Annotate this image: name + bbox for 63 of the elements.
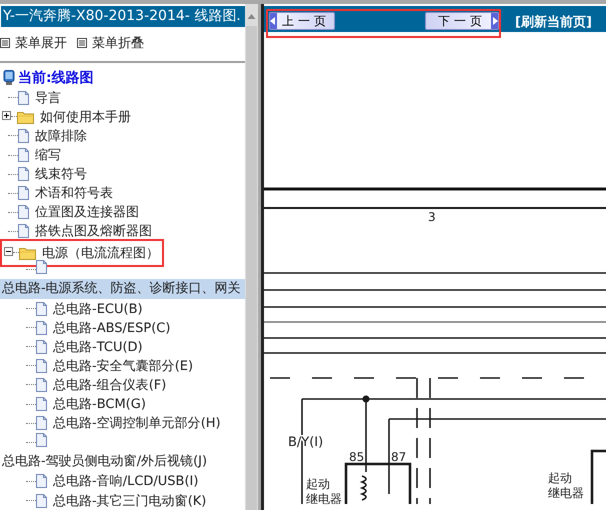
junction-dot xyxy=(362,396,370,402)
document-icon xyxy=(36,433,47,448)
relay-box xyxy=(344,462,412,504)
document-icon xyxy=(18,90,29,105)
relay-label: 起动 xyxy=(306,477,330,491)
list-icon xyxy=(77,38,87,48)
tree-item[interactable]: 线束符号 xyxy=(0,164,245,184)
pin-number: 85 xyxy=(349,450,364,464)
document-icon xyxy=(18,205,29,220)
document-icon xyxy=(36,358,47,373)
refresh-page-link[interactable]: [刷新当前页] xyxy=(515,13,592,31)
menu-link[interactable]: 菜单折叠 xyxy=(77,33,144,52)
tree-item[interactable]: 总电路-ECU(B) xyxy=(0,298,245,318)
document-icon xyxy=(36,260,47,274)
folder-icon xyxy=(17,110,34,124)
tree-item[interactable]: 总电路-电源系统、防盗、诊断接口、网关 xyxy=(0,278,245,299)
menu-link[interactable]: 菜单展开 xyxy=(0,33,67,52)
previous-page-button[interactable]: 上一页 xyxy=(269,12,335,30)
document-icon xyxy=(18,148,29,162)
tree-item[interactable]: 搭铁点图及熔断器图 xyxy=(0,222,245,241)
document-icon xyxy=(36,397,47,412)
tree-item[interactable]: 如何使用本手册 xyxy=(0,107,245,126)
tree-item[interactable]: 总电路-组合仪表(F) xyxy=(0,375,245,395)
tree-item[interactable]: 故障排除 xyxy=(0,126,245,146)
tree-item[interactable]: 位置图及连接器图 xyxy=(0,202,245,222)
pin-number: 87 xyxy=(391,450,406,464)
folder-icon xyxy=(19,246,36,260)
right-arrow-icon xyxy=(492,17,498,25)
tree-item[interactable]: 总电路-ABS/ESP(C) xyxy=(0,318,245,338)
tree-item[interactable]: 总电路-驾驶员侧电动窗/外后视镜(J) xyxy=(0,452,245,472)
tree-item[interactable]: 总电路-空调控制单元部分(H) xyxy=(0,414,245,433)
page-number: 3 xyxy=(428,210,436,224)
document-icon xyxy=(36,302,47,316)
scroll-up-icon[interactable] xyxy=(247,12,256,22)
left-arrow-icon xyxy=(270,17,276,25)
document-icon xyxy=(36,320,47,335)
tree-item[interactable]: 缩写 xyxy=(0,145,245,165)
tree-item[interactable]: 导言 xyxy=(0,88,245,108)
computer-icon xyxy=(3,70,15,86)
document-icon xyxy=(36,416,47,430)
window-title: Y-一汽奔腾-X80-2013-2014- 线路图. xyxy=(1,6,245,27)
tree-item[interactable]: 电源（电流流程图） xyxy=(2,242,159,263)
tree-item[interactable]: 总电路-TCU(D) xyxy=(0,337,245,356)
document-icon xyxy=(18,128,29,143)
document-icon xyxy=(36,378,47,392)
tree-item[interactable]: 总电路-其它三门电动窗(K) xyxy=(0,490,245,510)
document-icon xyxy=(36,474,47,488)
tree-item[interactable]: 术语和符号表 xyxy=(0,184,245,203)
tree-item[interactable]: 总电路-安全气囊部分(E) xyxy=(0,356,245,376)
document-icon xyxy=(36,340,47,354)
coil-icon xyxy=(361,475,367,501)
relay-label: 继电器 xyxy=(548,486,584,500)
document-icon xyxy=(36,494,47,508)
collapse-icon[interactable] xyxy=(4,247,13,256)
next-page-button[interactable]: 下一页 xyxy=(425,12,499,30)
document-icon xyxy=(18,224,29,238)
tree-item[interactable]: 总电路-BCM(G) xyxy=(0,394,245,414)
expand-icon[interactable] xyxy=(2,111,11,120)
document-icon xyxy=(18,186,29,200)
tree-item[interactable]: 总电路-音响/LCD/USB(I) xyxy=(0,472,245,491)
relay-label: 起动 xyxy=(548,471,572,485)
tree-root[interactable]: 当前:线路图 xyxy=(0,67,245,88)
document-icon xyxy=(18,167,29,182)
